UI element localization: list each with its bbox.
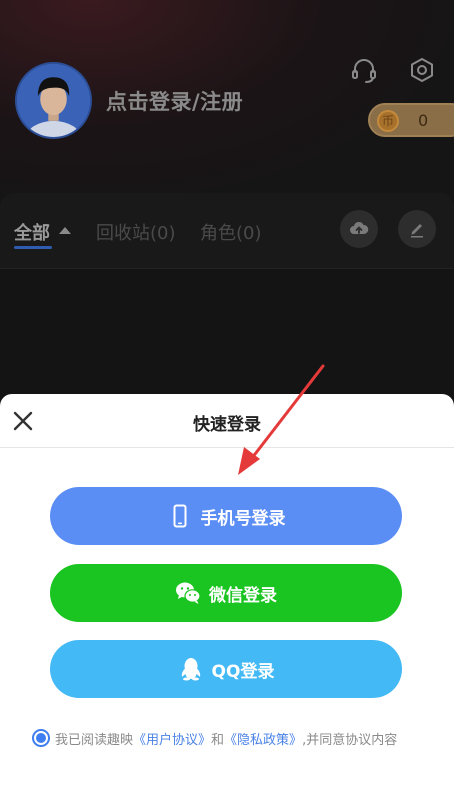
agreement-suffix: ,并同意协议内容 xyxy=(302,732,398,748)
user-agreement-link[interactable]: 《用户协议》 xyxy=(133,729,211,748)
caret-up-icon[interactable] xyxy=(59,227,71,234)
tab-label: 回收站(0) xyxy=(96,223,176,244)
qq-penguin-icon xyxy=(181,658,200,681)
hexagon-settings-icon[interactable] xyxy=(408,56,436,84)
wechat-login-label: 微信登录 xyxy=(209,585,277,606)
tab-characters[interactable]: 角色(0) xyxy=(200,219,262,245)
phone-login-label: 手机号登录 xyxy=(200,508,286,529)
avatar[interactable] xyxy=(15,62,92,139)
agreement-row: 我已阅读趣映 《用户协议》 和 《隐私政策》 ,并同意协议内容 xyxy=(32,727,442,749)
wechat-icon xyxy=(176,582,201,604)
wechat-login-button[interactable]: 微信登录 xyxy=(50,564,402,622)
tab-all[interactable]: 全部 xyxy=(14,219,52,249)
sheet-title: 快速登录 xyxy=(193,415,261,435)
upload-button[interactable] xyxy=(340,210,378,248)
edit-button[interactable] xyxy=(398,210,436,248)
agreement-prefix: 我已阅读趣映 xyxy=(55,732,134,748)
tabs-bar: 全部 回收站(0) 角色(0) xyxy=(0,193,454,269)
privacy-policy-link[interactable]: 《隐私政策》 xyxy=(224,729,302,748)
active-tab-indicator xyxy=(14,246,52,249)
coin-count: 0 xyxy=(418,111,429,130)
tab-label: 全部 xyxy=(14,223,50,244)
tab-label: 角色(0) xyxy=(200,223,262,244)
phone-login-button[interactable]: 手机号登录 xyxy=(50,487,402,545)
coin-balance[interactable]: 币 0 xyxy=(368,103,454,137)
qq-login-button[interactable]: QQ登录 xyxy=(50,640,402,698)
default-avatar-icon xyxy=(17,64,90,137)
tab-recycle-bin[interactable]: 回收站(0) xyxy=(96,219,176,245)
phone-icon xyxy=(173,504,186,528)
pencil-icon xyxy=(411,224,423,238)
login-register-link[interactable]: 点击登录/注册 xyxy=(106,86,243,116)
agreement-checkbox[interactable] xyxy=(32,729,50,747)
sheet-header: 快速登录 xyxy=(0,394,454,448)
coin-icon: 币 xyxy=(377,110,399,132)
agreement-and: 和 xyxy=(211,732,225,748)
cloud-upload-icon xyxy=(350,221,369,234)
qq-login-label: QQ登录 xyxy=(211,661,275,682)
headset-icon[interactable] xyxy=(350,56,378,84)
quick-login-sheet: 快速登录 手机号登录 微信登录 QQ登录 我已阅读趣映 《用户协议》 和 《隐私… xyxy=(0,394,454,794)
